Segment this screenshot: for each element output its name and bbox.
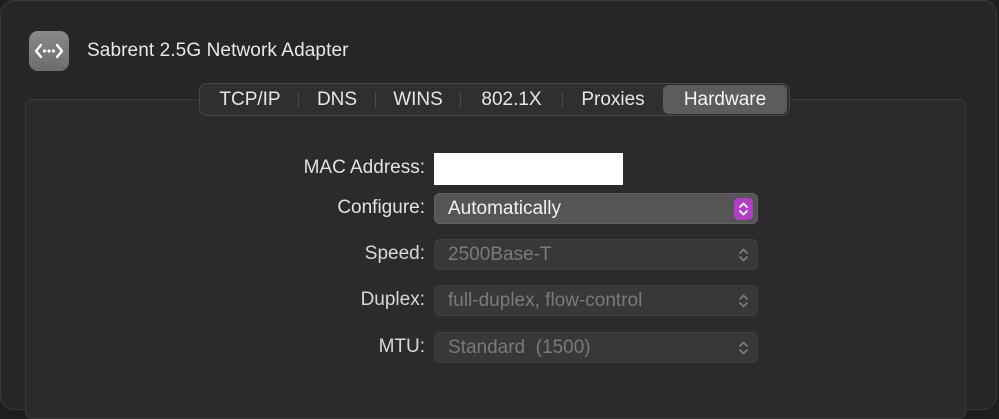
duplex-label: Duplex: xyxy=(360,289,425,310)
tab-tcpip[interactable]: TCP/IP xyxy=(202,85,298,114)
tab-wins[interactable]: WINS xyxy=(376,85,460,114)
tab-proxies[interactable]: Proxies xyxy=(563,85,663,114)
configure-popup[interactable]: Automatically xyxy=(434,193,758,224)
adapter-title: Sabrent 2.5G Network Adapter xyxy=(87,40,349,61)
tab-hardware[interactable]: Hardware xyxy=(663,85,787,114)
mtu-value: Standard (1500) xyxy=(448,336,591,358)
tab-bar: TCP/IP DNS WINS 802.1X Proxies Hardware xyxy=(199,83,790,116)
configure-label: Configure: xyxy=(337,197,425,218)
chevron-updown-icon xyxy=(734,337,753,359)
configure-value: Automatically xyxy=(448,197,561,219)
chevron-updown-icon xyxy=(734,197,753,220)
speed-label: Speed: xyxy=(364,243,425,264)
chevron-updown-icon xyxy=(734,290,753,312)
mac-address-field[interactable] xyxy=(434,153,623,185)
duplex-value: full-duplex, flow-control xyxy=(448,289,643,311)
mac-address-label: MAC Address: xyxy=(303,157,425,178)
mtu-popup[interactable]: Standard (1500) xyxy=(434,332,758,363)
adapter-header: Sabrent 2.5G Network Adapter xyxy=(29,31,349,71)
mtu-label: MTU: xyxy=(378,336,425,357)
duplex-popup[interactable]: full-duplex, flow-control xyxy=(434,285,758,316)
network-adapter-icon xyxy=(29,31,69,71)
tab-dns[interactable]: DNS xyxy=(299,85,375,114)
speed-popup[interactable]: 2500Base-T xyxy=(434,239,758,270)
speed-value: 2500Base-T xyxy=(448,243,552,265)
tab-8021x[interactable]: 802.1X xyxy=(461,85,562,114)
chevron-updown-icon xyxy=(734,244,753,266)
